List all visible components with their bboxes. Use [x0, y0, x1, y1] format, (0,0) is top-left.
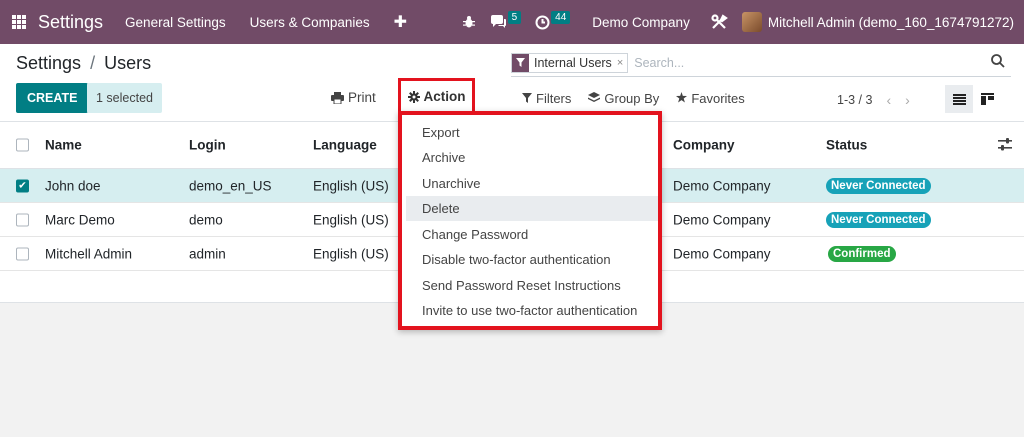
column-name[interactable]: Name — [45, 138, 82, 153]
cell-company: Demo Company — [673, 246, 771, 261]
pager: 1-3 / 3 ‹ › — [837, 92, 910, 108]
activities-count-badge: 44 — [551, 10, 571, 24]
menu-plus-icon[interactable]: ✚ — [394, 12, 407, 32]
optional-columns-icon[interactable] — [998, 138, 1012, 151]
filters-button[interactable]: Filters — [522, 91, 571, 106]
messages-icon[interactable]: 5 — [490, 10, 522, 29]
cell-login: admin — [189, 246, 226, 261]
select-all-checkbox[interactable] — [16, 138, 29, 152]
action-invite-2fa[interactable]: Invite to use two-factor authentication — [406, 298, 658, 323]
search-bar: Internal Users × Search... — [511, 49, 1011, 77]
create-button[interactable]: CREATE — [16, 83, 89, 113]
breadcrumb-separator: / — [90, 53, 96, 73]
filter-icon — [522, 91, 532, 106]
apps-menu-icon[interactable] — [0, 0, 38, 44]
search-input[interactable]: Search... — [634, 56, 1011, 70]
messages-count-badge: 5 — [507, 10, 522, 24]
breadcrumb: Settings / Users — [16, 53, 151, 74]
column-company[interactable]: Company — [673, 138, 735, 153]
print-icon — [331, 91, 344, 104]
cell-name: John doe — [45, 178, 101, 193]
action-unarchive[interactable]: Unarchive — [406, 171, 658, 196]
menu-general-settings[interactable]: General Settings — [125, 15, 226, 30]
gear-icon — [407, 90, 420, 103]
star-icon — [676, 91, 688, 106]
menu-users-companies[interactable]: Users & Companies — [250, 15, 370, 30]
cell-language: English (US) — [313, 246, 389, 261]
list-view-icon[interactable] — [945, 85, 973, 113]
cell-name: Mitchell Admin — [45, 246, 133, 261]
action-delete[interactable]: Delete — [406, 196, 658, 221]
cell-company: Demo Company — [673, 178, 771, 193]
top-navbar: Settings General Settings Users & Compan… — [0, 0, 1024, 44]
search-options: Filters Group By Favorites — [522, 91, 762, 106]
breadcrumb-settings[interactable]: Settings — [16, 53, 81, 73]
favorites-button[interactable]: Favorites — [676, 91, 745, 106]
cell-login: demo — [189, 212, 223, 227]
view-switcher — [945, 85, 1001, 113]
column-login[interactable]: Login — [189, 138, 226, 153]
action-label: Action — [423, 89, 466, 104]
facet-label: Internal Users — [534, 55, 612, 70]
pager-prev-icon[interactable]: ‹ — [886, 92, 891, 108]
cell-company: Demo Company — [673, 212, 771, 227]
column-status[interactable]: Status — [826, 138, 867, 153]
cell-login: demo_en_US — [189, 178, 272, 193]
kanban-view-icon[interactable] — [973, 85, 1001, 113]
action-send-password-reset[interactable]: Send Password Reset Instructions — [406, 273, 658, 298]
row-checkbox[interactable] — [16, 213, 29, 226]
status-badge: Never Connected — [826, 177, 931, 194]
action-dropdown-menu: Export Archive Unarchive Delete Change P… — [398, 111, 662, 330]
layers-icon — [588, 91, 601, 106]
activities-clock-icon[interactable]: 44 — [535, 10, 571, 30]
company-switcher[interactable]: Demo Company — [592, 15, 690, 30]
app-title[interactable]: Settings — [38, 12, 103, 33]
cell-language: English (US) — [313, 178, 389, 193]
cell-language: English (US) — [313, 212, 389, 227]
action-change-password[interactable]: Change Password — [406, 222, 658, 247]
breadcrumb-users: Users — [104, 53, 152, 73]
pager-next-icon[interactable]: › — [905, 92, 910, 108]
action-disable-2fa[interactable]: Disable two-factor authentication — [406, 247, 658, 272]
row-checkbox[interactable] — [16, 247, 29, 260]
user-menu[interactable]: Mitchell Admin (demo_160_1674791272) — [768, 15, 1014, 30]
column-language[interactable]: Language — [313, 138, 377, 153]
print-button[interactable]: Print — [331, 90, 376, 105]
row-checkbox[interactable]: ✔ — [16, 179, 29, 192]
action-button[interactable]: Action — [398, 78, 475, 115]
facet-remove-icon[interactable]: × — [617, 57, 627, 69]
filter-funnel-icon — [512, 53, 529, 72]
user-avatar[interactable] — [741, 12, 762, 32]
print-label: Print — [348, 90, 376, 105]
tools-icon[interactable] — [710, 13, 728, 31]
selected-count: 1 selected — [87, 83, 162, 113]
action-archive[interactable]: Archive — [406, 145, 658, 170]
status-badge: Never Connected — [826, 211, 931, 228]
action-export[interactable]: Export — [406, 120, 658, 145]
pager-value[interactable]: 1-3 / 3 — [837, 93, 872, 107]
cell-name: Marc Demo — [45, 212, 115, 227]
favorites-label: Favorites — [691, 91, 745, 106]
status-badge: Confirmed — [828, 245, 896, 262]
search-facet: Internal Users × — [511, 52, 629, 73]
groupby-label: Group By — [604, 91, 660, 106]
debug-bug-icon[interactable] — [462, 15, 476, 29]
groupby-button[interactable]: Group By — [588, 91, 659, 106]
search-icon[interactable] — [991, 54, 1005, 68]
filters-label: Filters — [536, 91, 572, 106]
